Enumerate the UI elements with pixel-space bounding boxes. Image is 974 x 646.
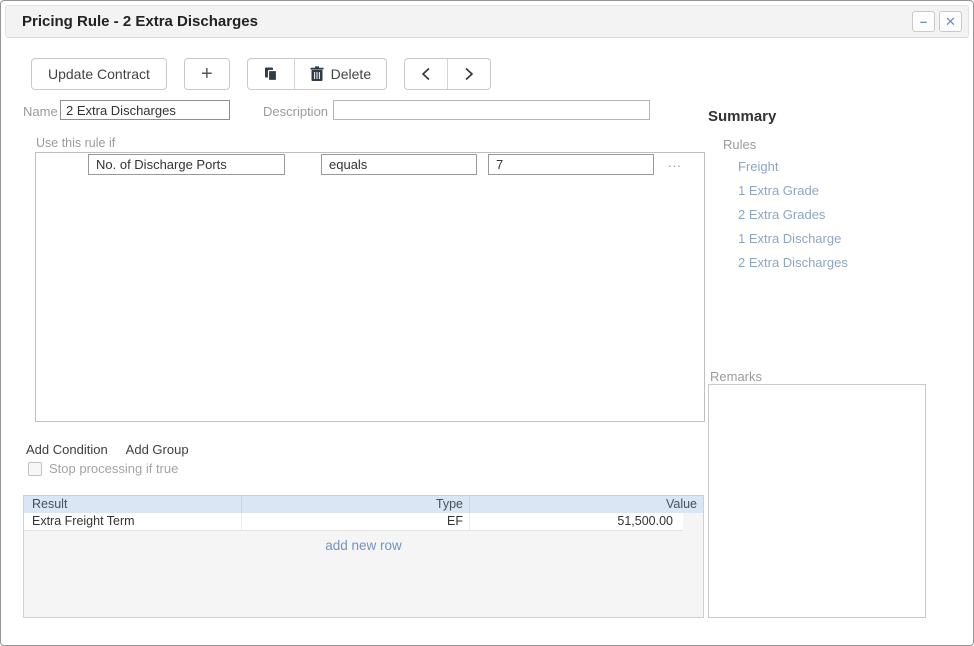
plus-icon: + <box>201 63 213 86</box>
copy-icon <box>263 66 279 82</box>
pricing-rule-dialog: Pricing Rule - 2 Extra Discharges – ✕ Up… <box>0 0 974 646</box>
navigation-group <box>404 58 491 90</box>
chevron-left-icon <box>420 67 432 81</box>
value-cell[interactable]: 51,500.00 <box>470 513 679 530</box>
remarks-textarea[interactable] <box>708 384 926 618</box>
delete-button-label: Delete <box>331 66 371 82</box>
minimize-button[interactable]: – <box>912 11 935 32</box>
trash-icon <box>310 66 324 82</box>
results-table-header: Result Type Value <box>24 496 703 513</box>
stop-processing-label: Stop processing if true <box>49 461 178 476</box>
rules-label: Rules <box>723 137 756 152</box>
add-new-row-link[interactable]: add new row <box>24 538 703 553</box>
result-cell[interactable]: Extra Freight Term <box>24 513 242 530</box>
description-label: Description <box>263 104 328 119</box>
window-controls: – ✕ <box>912 11 962 32</box>
column-header-value: Value <box>470 496 703 513</box>
dialog-titlebar: Pricing Rule - 2 Extra Discharges – ✕ <box>5 5 969 38</box>
rule-link-2-extra-grades[interactable]: 2 Extra Grades <box>738 208 848 221</box>
results-table: Result Type Value Extra Freight Term EF … <box>23 495 704 618</box>
name-label: Name <box>23 104 58 119</box>
add-rule-button[interactable]: + <box>184 58 230 90</box>
type-cell[interactable]: EF <box>242 513 470 530</box>
name-input[interactable] <box>60 100 230 120</box>
condition-operator-select[interactable]: equals <box>321 154 477 175</box>
table-row[interactable]: Extra Freight Term EF 51,500.00 <box>24 513 683 531</box>
name-description-row: Name Description <box>1 100 973 122</box>
copy-button[interactable] <box>248 59 294 89</box>
description-input[interactable] <box>333 100 650 120</box>
column-header-result: Result <box>24 496 242 513</box>
summary-title: Summary <box>708 108 776 125</box>
rule-link-1-extra-grade[interactable]: 1 Extra Grade <box>738 184 848 197</box>
stop-processing-row: Stop processing if true <box>28 461 178 476</box>
condition-more-button[interactable]: ... <box>668 155 682 170</box>
chevron-right-icon <box>463 67 475 81</box>
dialog-title: Pricing Rule - 2 Extra Discharges <box>6 13 258 30</box>
rule-link-freight[interactable]: Freight <box>738 160 848 173</box>
add-group-link[interactable]: Add Group <box>126 442 189 457</box>
rule-link-2-extra-discharges[interactable]: 2 Extra Discharges <box>738 256 848 269</box>
condition-builder-box: No. of Discharge Ports equals 7 ... <box>35 152 705 422</box>
rules-list: Freight 1 Extra Grade 2 Extra Grades 1 E… <box>738 160 848 269</box>
close-button[interactable]: ✕ <box>939 11 962 32</box>
column-header-type: Type <box>242 496 470 513</box>
toolbar: Update Contract + <box>31 58 491 90</box>
update-contract-button[interactable]: Update Contract <box>31 58 167 90</box>
previous-rule-button[interactable] <box>405 59 447 89</box>
add-condition-link[interactable]: Add Condition <box>26 442 108 457</box>
condition-value-input[interactable]: 7 <box>488 154 654 175</box>
stop-processing-checkbox[interactable] <box>28 462 42 476</box>
copy-delete-group: Delete <box>247 58 387 90</box>
next-rule-button[interactable] <box>447 59 490 89</box>
delete-button[interactable]: Delete <box>294 59 386 89</box>
condition-field-select[interactable]: No. of Discharge Ports <box>88 154 285 175</box>
condition-actions: Add Condition Add Group <box>26 442 189 457</box>
close-icon: ✕ <box>945 15 956 28</box>
use-this-rule-if-label: Use this rule if <box>36 136 115 150</box>
rule-link-1-extra-discharge[interactable]: 1 Extra Discharge <box>738 232 848 245</box>
remarks-label: Remarks <box>710 369 762 384</box>
minimize-icon: – <box>920 15 927 28</box>
